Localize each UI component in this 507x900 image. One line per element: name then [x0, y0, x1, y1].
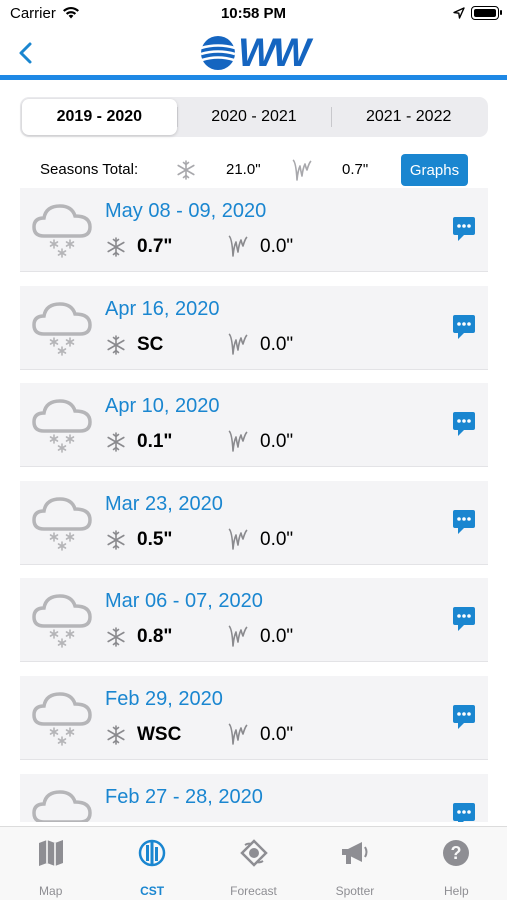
totals-snow-value: 21.0": [226, 161, 261, 178]
season-tab-2020-2021[interactable]: 2020 - 2021: [176, 99, 332, 135]
event-date: Mar 06 - 07, 2020: [105, 590, 263, 613]
tab-label: Forecast: [230, 884, 277, 898]
ice-icon: [228, 332, 248, 361]
tab-bar: Map CST Forecast Spotter ? Help: [0, 826, 507, 900]
battery-icon: [471, 6, 502, 20]
cst-icon: [138, 839, 166, 872]
tab-map[interactable]: Map: [0, 827, 101, 900]
snowflake-icon: [106, 529, 126, 555]
event-date: May 08 - 09, 2020: [105, 200, 267, 222]
event-date: Feb 27 - 28, 2020: [105, 785, 263, 808]
nav-bar: WW: [0, 30, 507, 80]
ice-icon: [292, 158, 312, 187]
comment-icon[interactable]: [452, 704, 476, 735]
event-snow-value: 0.5": [137, 528, 173, 550]
globe-icon: [200, 36, 236, 70]
ice-icon: [228, 234, 248, 263]
svg-text:?: ?: [451, 843, 462, 863]
season-tab-2021-2022[interactable]: 2021 - 2022: [331, 99, 486, 135]
map-icon: [38, 839, 64, 872]
tab-cst[interactable]: CST: [101, 827, 202, 900]
event-ice-value: 0.0": [260, 528, 294, 550]
event-list[interactable]: May 08 - 09, 2020 0.7" 0.0" Apr 16, 2020…: [20, 188, 488, 822]
event-date: Feb 29, 2020: [105, 687, 223, 710]
event-row[interactable]: May 08 - 09, 2020 0.7" 0.0": [20, 188, 488, 272]
snow-cloud-icon: [30, 391, 94, 460]
ice-icon: [228, 722, 248, 751]
snowflake-icon: [106, 725, 126, 750]
comment-icon[interactable]: [452, 606, 476, 637]
season-totals: Seasons Total: 21.0" 0.7" Graphs: [0, 154, 507, 186]
event-row[interactable]: Feb 29, 2020 WSC 0.0": [20, 675, 488, 760]
snowflake-icon: [106, 237, 126, 262]
event-ice-value: 0.0": [260, 236, 294, 257]
event-date: Apr 10, 2020: [105, 395, 220, 418]
event-ice-value: 0.0": [260, 333, 294, 355]
event-row[interactable]: Feb 27 - 28, 2020: [20, 773, 488, 822]
graphs-button[interactable]: Graphs: [401, 154, 468, 186]
snow-cloud-icon: [30, 294, 94, 363]
event-date: Mar 23, 2020: [105, 492, 223, 515]
tab-label: Help: [443, 884, 469, 898]
event-snow-value: SC: [137, 333, 164, 355]
season-selector: 2019 - 2020 2020 - 2021 2021 - 2022: [20, 97, 488, 137]
event-snow-value: WSC: [137, 723, 182, 745]
ice-icon: [228, 624, 248, 653]
tab-label: CST: [140, 884, 165, 898]
comment-icon[interactable]: [452, 411, 476, 442]
event-row[interactable]: Mar 23, 2020 0.5" 0.0": [20, 480, 488, 565]
event-ice-value: 0.0": [260, 626, 294, 648]
comment-icon[interactable]: [452, 216, 476, 247]
snowflake-icon: [176, 160, 196, 185]
tab-help[interactable]: ? Help: [406, 827, 507, 900]
totals-label: Seasons Total:: [40, 161, 139, 178]
help-icon: ?: [442, 839, 470, 872]
app-logo: WW: [200, 31, 310, 75]
comment-icon[interactable]: [452, 509, 476, 540]
megaphone-icon: [340, 839, 370, 872]
event-ice-value: 0.0": [260, 723, 294, 745]
forecast-icon: [239, 839, 268, 872]
event-row[interactable]: Apr 10, 2020 0.1" 0.0": [20, 383, 488, 468]
snowflake-icon: [106, 432, 126, 457]
event-date: Apr 16, 2020: [105, 297, 220, 320]
totals-ice-value: 0.7": [342, 161, 369, 178]
snow-cloud-icon: [30, 196, 94, 265]
logo-text: WW: [238, 30, 310, 75]
status-time: 10:58 PM: [220, 5, 287, 22]
tab-label: Map: [39, 884, 63, 898]
event-snow-value: 0.8": [137, 626, 173, 648]
event-row[interactable]: Mar 06 - 07, 2020 0.8" 0.0": [20, 578, 488, 663]
snow-cloud-icon: [30, 586, 94, 655]
back-button[interactable]: [12, 38, 42, 68]
season-tab-2019-2020[interactable]: 2019 - 2020: [22, 99, 177, 135]
snowflake-icon: [106, 627, 126, 652]
snow-cloud-icon: [30, 489, 94, 558]
snowflake-icon: [106, 334, 126, 360]
event-snow-value: 0.1": [137, 431, 173, 453]
event-ice-value: 0.0": [260, 431, 294, 453]
comment-icon[interactable]: [452, 802, 476, 822]
status-bar: Carrier 10:58 PM: [0, 0, 507, 30]
tab-forecast[interactable]: Forecast: [203, 827, 304, 900]
ice-icon: [228, 527, 248, 556]
event-snow-value: 0.7": [137, 236, 173, 257]
tab-label: Spotter: [335, 884, 375, 898]
snow-cloud-icon: [30, 684, 94, 753]
location-arrow-icon: [453, 6, 465, 24]
event-row[interactable]: Apr 16, 2020 SC 0.0": [20, 285, 488, 370]
snow-cloud-icon: [30, 782, 94, 822]
tab-spotter[interactable]: Spotter: [304, 827, 405, 900]
comment-icon[interactable]: [452, 314, 476, 345]
chevron-left-icon: [19, 42, 32, 64]
ice-icon: [228, 429, 248, 458]
